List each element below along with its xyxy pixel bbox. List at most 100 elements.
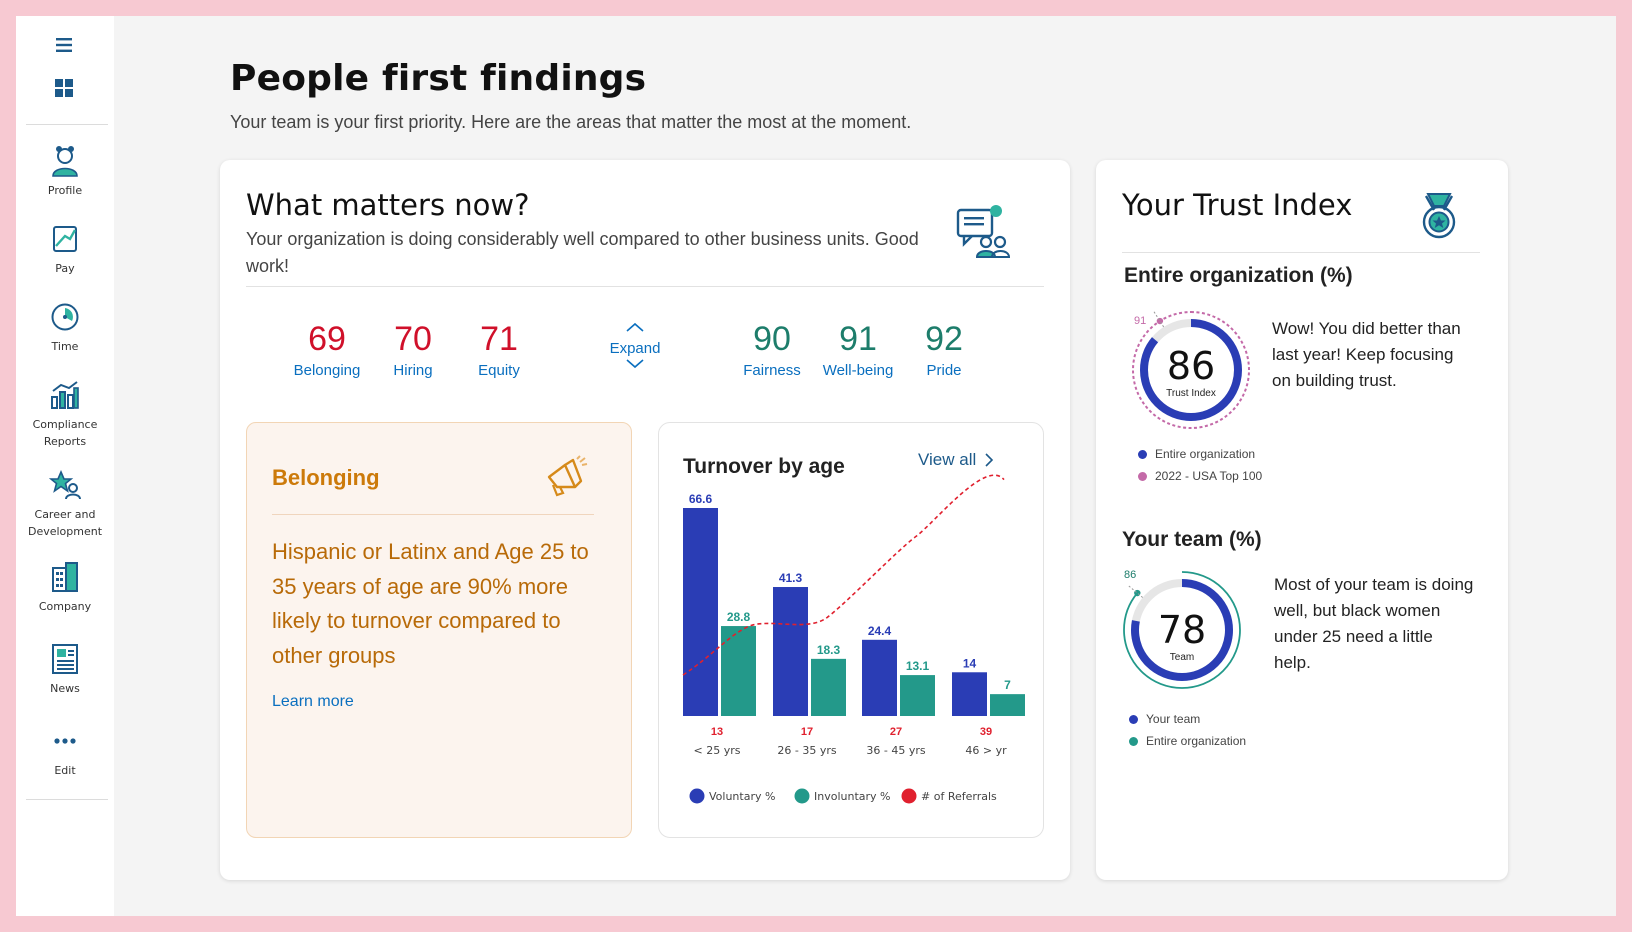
chevron-down-icon xyxy=(626,359,644,369)
turnover-chart: 66.6 28.8 13 < 25 yrs 41.3 18.3 17 26 - 35 yrs 2… xyxy=(682,474,1025,804)
megaphone-icon xyxy=(543,453,589,504)
building-icon xyxy=(48,560,82,594)
sidebar-item-news[interactable]: News xyxy=(16,642,114,697)
trust-message: Wow! You did better than last year! Keep… xyxy=(1272,319,1461,390)
score-label: Well-being xyxy=(822,362,894,379)
score-equity[interactable]: 71 Equity xyxy=(454,320,544,379)
data-label-voluntary: 14 xyxy=(963,656,977,670)
sidebar-item-label: Pay xyxy=(55,262,75,275)
expand-toggle[interactable]: Expand xyxy=(590,320,680,375)
sidebar-item-compliance-reports[interactable]: Compliance Reports xyxy=(16,378,114,450)
x-tick-label: 46 > yr xyxy=(965,744,1007,757)
section-title: Your team (%) xyxy=(1122,528,1262,551)
card-title: Your Trust Index xyxy=(1122,188,1353,222)
news-icon xyxy=(48,642,82,676)
legend-label: Voluntary % xyxy=(709,790,775,803)
x-tick-label: 36 - 45 yrs xyxy=(866,744,925,757)
sidebar-item-label: Edit xyxy=(54,764,76,777)
sidebar-item-company[interactable]: Company xyxy=(16,560,114,615)
hamburger-menu-icon[interactable] xyxy=(49,30,79,60)
team-trust-caption: Team xyxy=(1169,652,1195,663)
legend-item: Entire organization xyxy=(1129,734,1246,748)
score-hiring[interactable]: 70 Hiring xyxy=(368,320,458,379)
x-tick-label: < 25 yrs xyxy=(694,744,741,757)
data-label-voluntary: 66.6 xyxy=(689,492,713,506)
bar-involuntary xyxy=(811,658,846,716)
sidebar-item-label: Profile xyxy=(47,184,83,197)
app-frame: Profile Pay Time Compliance Reports Care xyxy=(16,16,1616,916)
score-value: 92 xyxy=(925,320,963,358)
legend-swatch xyxy=(1138,471,1147,481)
score-label: Equity xyxy=(478,362,520,379)
insight-title: Belonging xyxy=(272,465,380,490)
sidebar-item-label: Compliance Reports xyxy=(32,418,98,448)
benchmark-marker xyxy=(1156,317,1164,325)
score-fairness[interactable]: 90 Fairness xyxy=(727,320,817,379)
dashboard-grid-icon[interactable] xyxy=(49,73,79,103)
sidebar-item-edit[interactable]: Edit xyxy=(16,724,114,779)
bar-voluntary xyxy=(862,639,897,716)
bar-involuntary xyxy=(900,675,935,716)
data-label-voluntary: 41.3 xyxy=(779,571,803,585)
career-icon xyxy=(48,468,82,502)
more-icon xyxy=(48,724,82,758)
sidebar-item-career-development[interactable]: Career and Development xyxy=(16,468,114,540)
legend-swatch xyxy=(1138,449,1147,459)
bar-involuntary xyxy=(721,626,756,716)
profile-icon xyxy=(48,144,82,178)
data-label-referrals: 17 xyxy=(801,726,813,738)
score-label: Pride xyxy=(926,362,962,379)
legend-swatch xyxy=(689,788,705,804)
what-matters-card: What matters now? Your organization is d… xyxy=(220,160,1070,880)
score-label: Hiring xyxy=(393,362,433,379)
score-value: 70 xyxy=(394,320,432,358)
legend-label: # of Referrals xyxy=(921,790,997,803)
bar-voluntary xyxy=(952,672,987,716)
data-label-involuntary: 13.1 xyxy=(906,659,930,673)
belonging-insight-card: Belonging Hispanic or Latinx and Age 25 … xyxy=(246,422,632,838)
card-description: Your organization is doing considerably … xyxy=(246,229,919,276)
team-message: Most of your team is doing well, but bla… xyxy=(1274,575,1474,672)
legend-label: Involuntary % xyxy=(814,790,891,803)
score-well-being[interactable]: 91 Well-being xyxy=(813,320,903,379)
legend-swatch xyxy=(1129,736,1138,746)
pay-icon xyxy=(48,222,82,256)
team-trust-value: 78 xyxy=(1157,608,1207,652)
score-pride[interactable]: 92 Pride xyxy=(899,320,989,379)
divider xyxy=(1122,252,1480,253)
sidebar-item-label: Time xyxy=(51,340,79,353)
score-label: Belonging xyxy=(293,362,361,379)
sidebar: Profile Pay Time Compliance Reports Care xyxy=(16,16,114,916)
data-label-voluntary: 24.4 xyxy=(868,624,892,638)
page-subtitle: Your team is your first priority. Here a… xyxy=(230,112,912,132)
page-title: People first findings xyxy=(230,58,647,99)
learn-more-link[interactable]: Learn more xyxy=(272,693,354,711)
sidebar-item-profile[interactable]: Profile xyxy=(16,144,114,199)
score-value: 91 xyxy=(839,320,877,358)
legend-label: Entire organization xyxy=(1155,447,1256,461)
divider xyxy=(246,286,1044,287)
data-label-referrals: 39 xyxy=(980,726,992,738)
trust-index-caption: Trust Index xyxy=(1166,388,1216,399)
legend-item: 2022 - USA Top 100 xyxy=(1138,469,1262,483)
data-label-involuntary: 7 xyxy=(1004,678,1011,692)
divider xyxy=(272,514,594,515)
legend-swatch xyxy=(1129,714,1138,724)
legend-item: Your team xyxy=(1129,712,1200,726)
data-label-referrals: 27 xyxy=(890,726,902,738)
legend-swatch xyxy=(901,788,917,804)
sidebar-item-pay[interactable]: Pay xyxy=(16,222,114,277)
sidebar-item-time[interactable]: Time xyxy=(16,300,114,355)
sidebar-item-label: Career and Development xyxy=(27,508,103,538)
score-value: 90 xyxy=(753,320,791,358)
bar-chart-icon xyxy=(48,378,82,412)
score-value: 69 xyxy=(308,320,346,358)
medal-icon xyxy=(1416,192,1462,245)
trust-index-card: Your Trust Index Entire organization (%)… xyxy=(1096,160,1508,880)
score-belonging[interactable]: 69 Belonging xyxy=(282,320,372,379)
x-tick-label: 26 - 35 yrs xyxy=(777,744,836,757)
data-label-involuntary: 18.3 xyxy=(817,643,841,657)
section-title: Entire organization (%) xyxy=(1124,264,1353,287)
score-label: Fairness xyxy=(743,362,801,379)
trust-index-value: 86 xyxy=(1166,344,1216,388)
